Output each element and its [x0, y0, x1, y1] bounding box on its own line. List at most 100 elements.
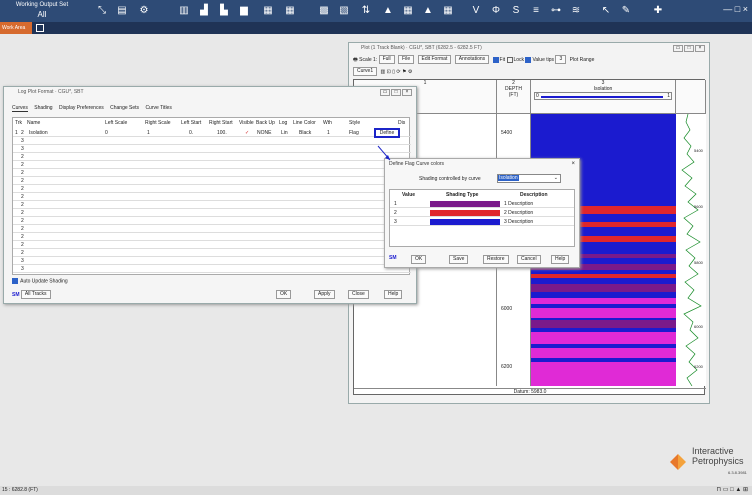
- flag-color-swatch[interactable]: [430, 219, 500, 225]
- flag-row[interactable]: 1 1 Description: [390, 200, 574, 208]
- chart-icon[interactable]: ▥: [381, 69, 386, 75]
- phi-icon[interactable]: Φ: [490, 5, 502, 17]
- table-row[interactable]: 3: [13, 257, 411, 265]
- apply-button[interactable]: Apply: [314, 290, 335, 299]
- table-row[interactable]: 2: [13, 177, 411, 185]
- table-row[interactable]: 2: [13, 185, 411, 193]
- format-dialog-controls[interactable]: ▭ □ ×: [379, 89, 412, 96]
- table-row[interactable]: 3: [13, 137, 411, 145]
- scale-select[interactable]: Full: [378, 55, 395, 64]
- table-row[interactable]: 1 2 Isolation 0 1 0. 100. ✓ NONE Lin Bla…: [13, 129, 411, 137]
- zoom-icon[interactable]: ⊡: [387, 69, 391, 75]
- help-button[interactable]: Help: [384, 290, 403, 299]
- table-row[interactable]: 2: [13, 233, 411, 241]
- flag-description[interactable]: 1 Description: [504, 200, 533, 208]
- close-icon[interactable]: ×: [571, 161, 575, 167]
- plot-range-label[interactable]: Plot Range: [570, 57, 595, 63]
- table-icon[interactable]: ▦: [262, 5, 274, 17]
- restore-button[interactable]: Restore: [483, 255, 509, 264]
- flag-description[interactable]: 2 Description: [504, 209, 533, 217]
- zone-icon[interactable]: ▩: [318, 5, 330, 17]
- sm-icon[interactable]: SM: [389, 255, 397, 261]
- table-row[interactable]: 2: [13, 249, 411, 257]
- tab-shading[interactable]: Shading: [34, 105, 52, 111]
- working-output-set[interactable]: Working Output Set All: [4, 1, 80, 19]
- flag-icon[interactable]: ⚑: [402, 69, 406, 75]
- grid-icon[interactable]: ▦: [284, 5, 296, 17]
- table-row[interactable]: 2: [13, 161, 411, 169]
- row-style[interactable]: Flag: [349, 129, 359, 137]
- table-row[interactable]: 2: [13, 209, 411, 217]
- lock-checkbox[interactable]: [506, 56, 513, 63]
- tab-change-sets[interactable]: Change Sets: [110, 105, 139, 111]
- row-left-scale[interactable]: 0: [105, 129, 108, 137]
- table-row[interactable]: 2: [13, 241, 411, 249]
- settings-icon[interactable]: ⚙: [138, 5, 150, 17]
- table-row[interactable]: 2: [13, 217, 411, 225]
- print-icon[interactable]: 🖶: [353, 57, 358, 63]
- plot-window-controls[interactable]: ▭ □ ×: [672, 45, 705, 52]
- palette-icon[interactable]: ✎: [620, 5, 632, 17]
- bar-chart-icon[interactable]: ▆: [238, 5, 250, 17]
- row-left-start[interactable]: 0.: [189, 129, 193, 137]
- flag-description[interactable]: 3 Description: [504, 218, 533, 226]
- zone-edit-icon[interactable]: ▧: [338, 5, 350, 17]
- auto-update-checkbox[interactable]: [12, 278, 18, 284]
- mountain-icon[interactable]: ▲: [382, 5, 394, 17]
- chevron-down-icon[interactable]: ⌄: [554, 175, 558, 182]
- curve-icon[interactable]: ▙: [218, 5, 230, 17]
- all-tracks-button[interactable]: All Tracks: [20, 290, 51, 299]
- table-row[interactable]: 3: [13, 145, 411, 153]
- flag-color-swatch[interactable]: [430, 201, 500, 207]
- gr-curve-track[interactable]: 5400 5600 5800 6000 6200: [676, 113, 706, 387]
- row-backup[interactable]: NONE: [257, 129, 271, 137]
- row-visible[interactable]: ✓: [245, 129, 249, 137]
- vsh-icon[interactable]: V: [470, 5, 482, 17]
- refresh-icon[interactable]: ⟳: [396, 69, 400, 75]
- row-line-color[interactable]: Black: [299, 129, 311, 137]
- table-row[interactable]: 2: [13, 193, 411, 201]
- row-log[interactable]: Lin: [281, 129, 288, 137]
- pointer-icon[interactable]: ↖: [600, 5, 612, 17]
- flag-row[interactable]: 3 3 Description: [390, 218, 574, 226]
- table-row[interactable]: 2: [13, 169, 411, 177]
- triangle-icon[interactable]: ▲: [422, 5, 434, 17]
- fluid-icon[interactable]: ≋: [570, 5, 582, 17]
- value-tips-checkbox[interactable]: [525, 56, 532, 63]
- cancel-button[interactable]: Cancel: [517, 255, 541, 264]
- sw-icon[interactable]: S: [510, 5, 522, 17]
- table-row[interactable]: 3: [13, 265, 411, 273]
- track-icon[interactable]: ▯: [392, 69, 395, 75]
- ok-button[interactable]: OK: [411, 255, 427, 264]
- sm-icon[interactable]: SM: [12, 292, 20, 298]
- histogram-icon[interactable]: ▟: [198, 5, 210, 17]
- flag-color-swatch[interactable]: [430, 210, 500, 216]
- auto-update-shading[interactable]: Auto Update Shading: [12, 278, 68, 284]
- document-icon[interactable]: ▤: [116, 5, 128, 17]
- status-icons[interactable]: ⊓ ▭ □ ▲ ⊞: [716, 486, 748, 495]
- add-icon[interactable]: ✚: [652, 5, 664, 17]
- edit-format-button[interactable]: Edit Format: [417, 55, 452, 64]
- grid-plot-icon[interactable]: ▦: [402, 5, 414, 17]
- tab-work-area[interactable]: Work Area: [0, 22, 32, 34]
- annotations-button[interactable]: Annotations: [454, 55, 490, 64]
- file-button[interactable]: File: [398, 55, 415, 64]
- define-button[interactable]: Define: [374, 128, 400, 138]
- depth-track-header[interactable]: 2 DEPTH (FT): [497, 80, 531, 114]
- tab-curves[interactable]: Curves: [12, 105, 28, 112]
- table-row[interactable]: 2: [13, 153, 411, 161]
- new-tab-icon[interactable]: [36, 24, 44, 32]
- working-output-value[interactable]: All: [4, 10, 80, 19]
- matrix-icon[interactable]: ▦: [442, 5, 454, 17]
- window-controls[interactable]: — □ ×: [723, 4, 748, 14]
- row-wth[interactable]: 1: [327, 129, 330, 137]
- tab-display-preferences[interactable]: Display Preferences: [59, 105, 104, 111]
- save-button[interactable]: Save: [449, 255, 469, 264]
- value-tips-count[interactable]: 3: [555, 55, 567, 64]
- gr-track-header[interactable]: [676, 80, 706, 114]
- fit-checkbox[interactable]: [492, 56, 499, 63]
- isolation-track-header[interactable]: 3 Isolation 0 1: [531, 80, 676, 114]
- row-right-scale[interactable]: 1: [147, 129, 150, 137]
- row-name[interactable]: Isolation: [29, 129, 48, 137]
- cutoff-icon[interactable]: ≡: [530, 5, 542, 17]
